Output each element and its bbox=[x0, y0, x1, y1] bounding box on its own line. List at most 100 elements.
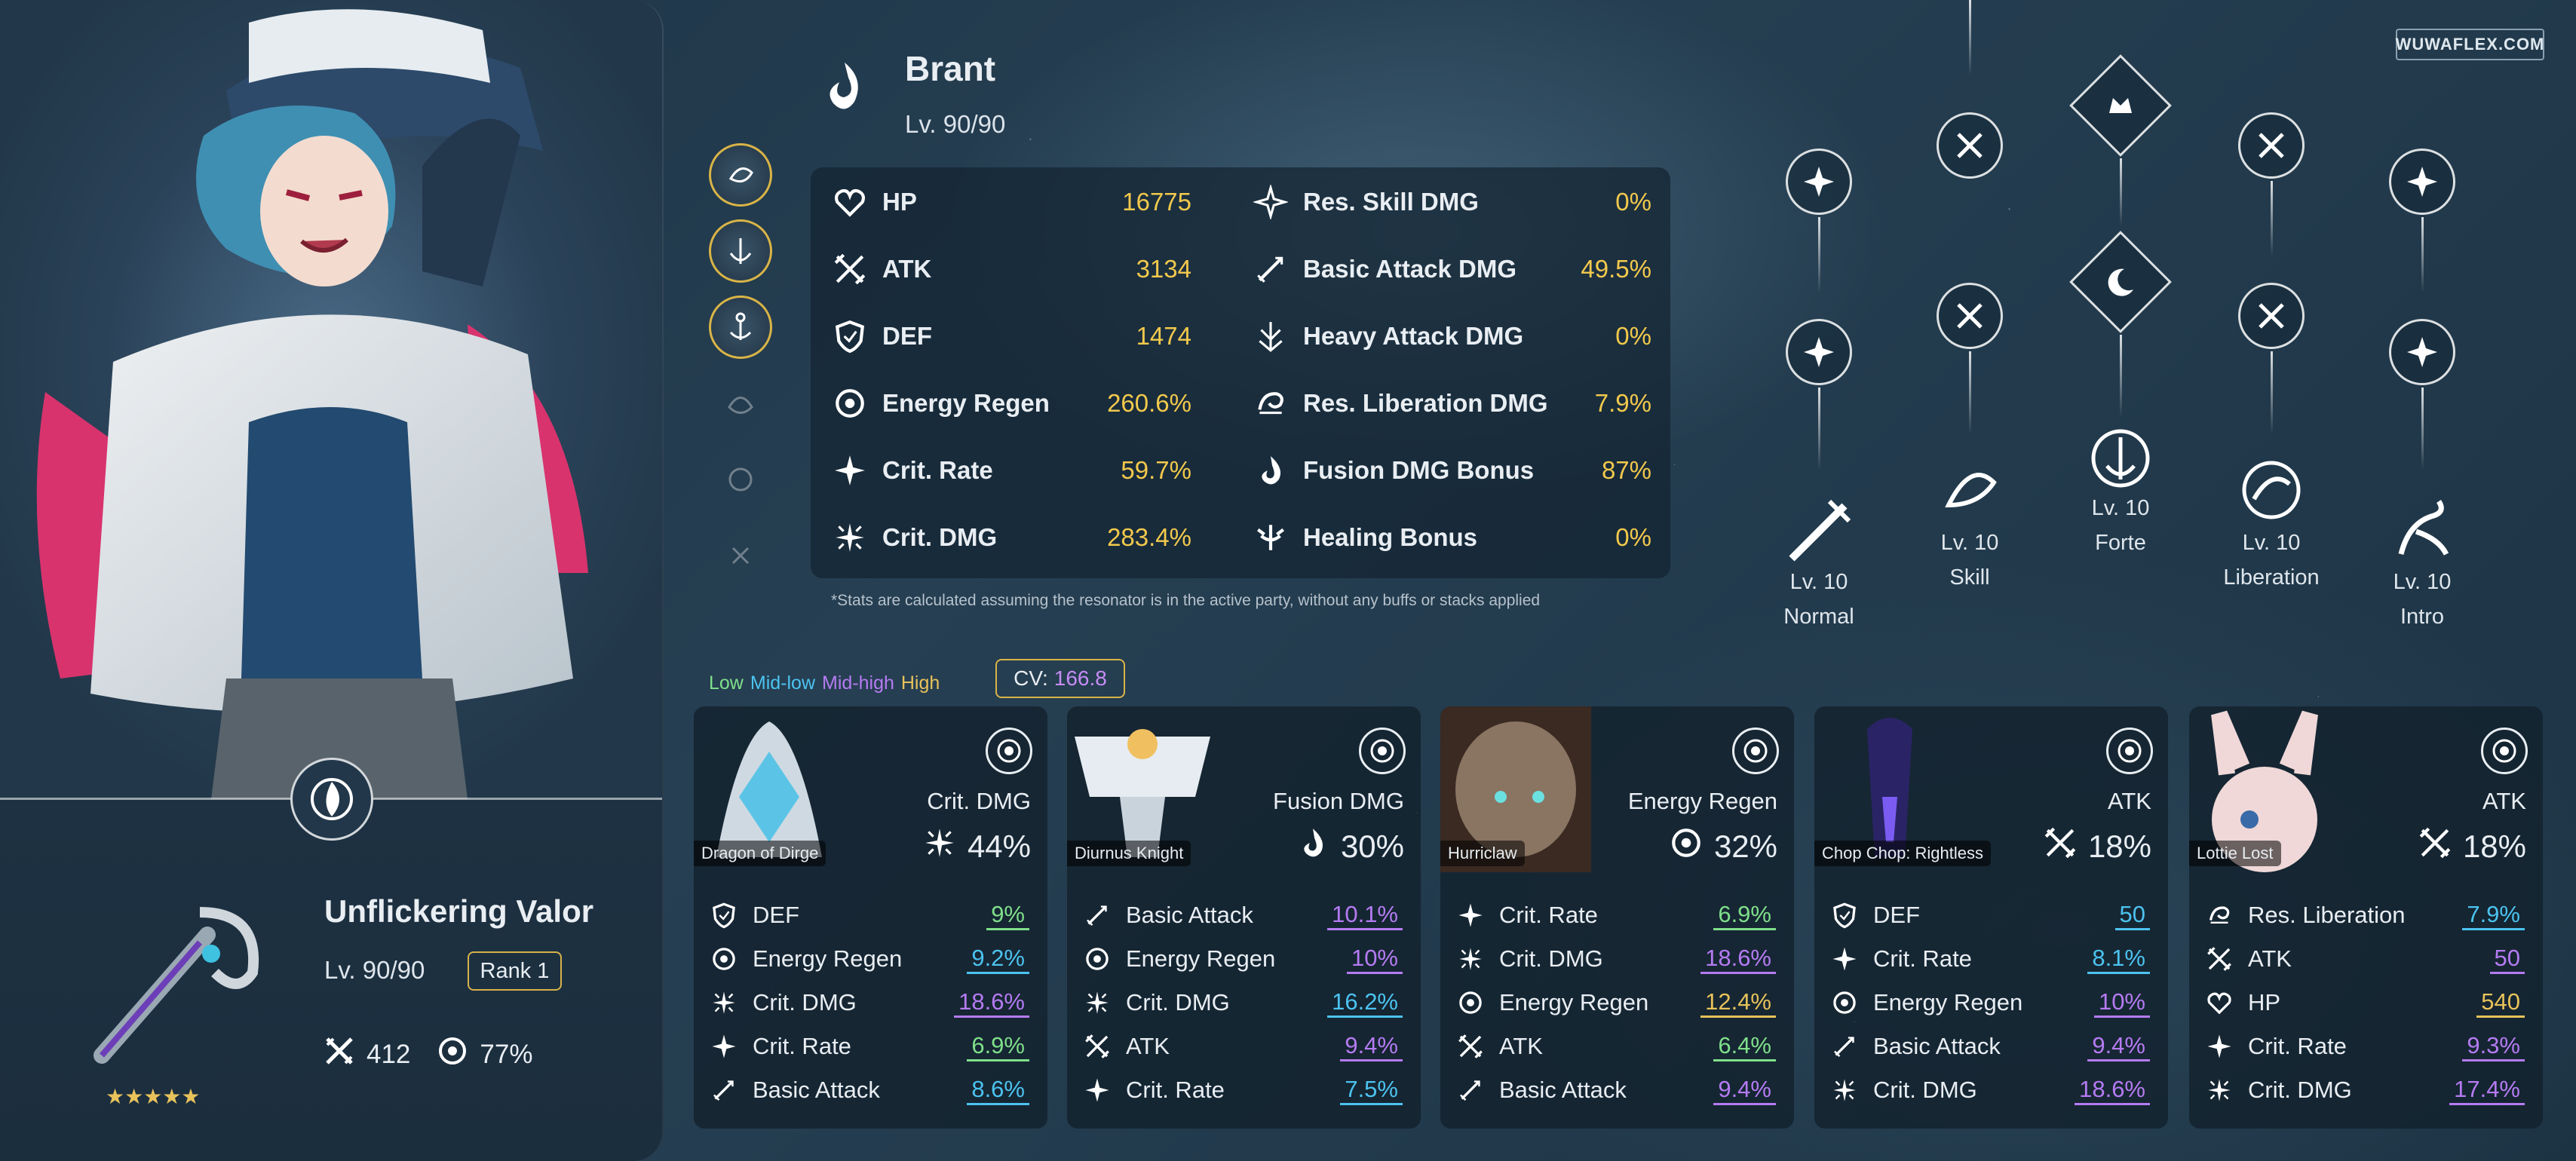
substat-label: HP bbox=[2248, 989, 2281, 1015]
echo-card[interactable]: Diurnus Knight Fusion DMG 30% Basic Attack 1… bbox=[1067, 706, 1421, 1129]
stat-label: Res. Skill DMG bbox=[1303, 188, 1479, 216]
intro-skill-icon[interactable] bbox=[2386, 494, 2458, 566]
echo-card[interactable]: Chop Chop: Rightless ATK 18% DEF 50 Crit. Rat… bbox=[1814, 706, 2168, 1129]
substat-label: Crit. Rate bbox=[1126, 1077, 1225, 1103]
substat-value: 540 bbox=[2476, 988, 2525, 1018]
echo-substat-row: Crit. Rate 6.9% bbox=[709, 1025, 1032, 1068]
echo-substats: DEF 50 Crit. Rate 8.1% Energy Regen 10% Basic … bbox=[1829, 893, 2153, 1112]
substat-label: Res. Liberation bbox=[2248, 902, 2406, 928]
resonator-emblem-icon bbox=[290, 758, 373, 841]
stat-value: 0% bbox=[1615, 188, 1651, 216]
substat-value: 9.2% bbox=[967, 945, 1029, 974]
substat-value: 6.9% bbox=[1713, 901, 1776, 930]
echo-main-value: 18% bbox=[2043, 826, 2151, 868]
normal-attack-icon[interactable] bbox=[1784, 494, 1857, 566]
skill-connector bbox=[2421, 388, 2424, 470]
stat-value: 59.7% bbox=[1121, 456, 1191, 484]
substat-label: ATK bbox=[1126, 1033, 1170, 1059]
character-name: Brant bbox=[905, 49, 996, 88]
stat-value: 7.9% bbox=[1594, 389, 1651, 417]
resonance-liberation-icon[interactable] bbox=[2235, 454, 2308, 526]
stat-row-res-skill-dmg: Res. Skill DMG bbox=[1252, 179, 1479, 225]
substat-label: Basic Attack bbox=[753, 1077, 880, 1103]
sequence-node-5[interactable] bbox=[709, 448, 772, 511]
skill-connector bbox=[1818, 388, 1820, 470]
substat-label: Crit. Rate bbox=[1499, 902, 1598, 928]
crit-rate-icon bbox=[1455, 900, 1486, 930]
substat-value: 50 bbox=[2489, 945, 2525, 974]
echo-main-stat: Fusion DMG bbox=[1273, 788, 1404, 814]
normal-passive-node-2[interactable] bbox=[1786, 319, 1852, 385]
stat-label: HP bbox=[882, 188, 917, 216]
stat-row-crit-dmg: Crit. DMG bbox=[831, 515, 997, 560]
substat-label: Energy Regen bbox=[1499, 989, 1649, 1015]
normal-passive-node-1[interactable] bbox=[1786, 149, 1852, 215]
weapon-image bbox=[72, 882, 275, 1071]
energy-regen-icon bbox=[436, 1034, 469, 1074]
energy-regen-icon bbox=[1669, 826, 1704, 868]
stat-label: Crit. Rate bbox=[882, 456, 993, 484]
forte-moon-icon bbox=[2108, 268, 2133, 296]
substat-value: 7.5% bbox=[1340, 1076, 1403, 1105]
crit-dmg-icon bbox=[2204, 1075, 2234, 1105]
sequence-node-4[interactable] bbox=[709, 372, 772, 435]
skill-stat-node-2[interactable] bbox=[1937, 283, 2003, 349]
echo-substat-row: HP 540 bbox=[2204, 981, 2528, 1025]
stat-label: Heavy Attack DMG bbox=[1303, 322, 1524, 350]
energy-regen-icon bbox=[1082, 944, 1112, 974]
crit-rate-icon bbox=[1829, 944, 1860, 974]
substat-label: Basic Attack bbox=[1499, 1077, 1627, 1103]
forte-circuit-icon[interactable] bbox=[2084, 422, 2157, 495]
substat-value: 12.4% bbox=[1700, 988, 1776, 1018]
echo-substat-row: Crit. Rate 7.5% bbox=[1082, 1068, 1406, 1112]
character-portrait bbox=[0, 0, 662, 799]
echo-substat-row: DEF 50 bbox=[1829, 893, 2153, 937]
atk-swords-icon bbox=[1455, 1031, 1486, 1061]
sequence-chain bbox=[709, 143, 772, 587]
echo-substat-row: Crit. DMG 18.6% bbox=[709, 981, 1032, 1025]
echo-card[interactable]: Lottie Lost ATK 18% Res. Liberation 7.9% ATK 5… bbox=[2189, 706, 2543, 1129]
skill-stat-node-1[interactable] bbox=[1937, 112, 2003, 179]
sequence-node-6[interactable] bbox=[709, 524, 772, 587]
sequence-node-2[interactable] bbox=[709, 219, 772, 283]
echo-main-value: 32% bbox=[1669, 826, 1777, 868]
shield-icon bbox=[709, 900, 739, 930]
liberation-stat-node-1[interactable] bbox=[2238, 112, 2305, 179]
target-icon bbox=[2106, 728, 2153, 774]
skill-connector bbox=[2271, 351, 2273, 434]
substat-label: ATK bbox=[2248, 945, 2292, 972]
substat-label: Basic Attack bbox=[1126, 902, 1253, 928]
substat-value: 10.1% bbox=[1327, 901, 1403, 930]
liberation-stat-node-2[interactable] bbox=[2238, 283, 2305, 349]
substat-label: Crit. DMG bbox=[753, 989, 857, 1015]
crit-rate-icon bbox=[831, 452, 869, 489]
echo-substat-row: Crit. Rate 9.3% bbox=[2204, 1025, 2528, 1068]
fusion-icon bbox=[1296, 826, 1330, 868]
stat-row-fusion-dmg-bonus: Fusion DMG Bonus bbox=[1252, 448, 1534, 493]
intro-passive-node-1[interactable] bbox=[2389, 149, 2455, 215]
fusion-icon bbox=[1252, 452, 1290, 489]
stat-row-energy-regen: Energy Regen bbox=[831, 381, 1050, 426]
atk-swords-icon bbox=[831, 250, 869, 288]
sequence-node-1[interactable] bbox=[709, 143, 772, 207]
intro-passive-node-2[interactable] bbox=[2389, 319, 2455, 385]
skill-level-skill: Lv. 10 bbox=[1940, 531, 1999, 555]
weapon-rarity-stars: ★★★★★ bbox=[106, 1085, 201, 1108]
stat-row-basic-attack-dmg: Basic Attack DMG bbox=[1252, 247, 1516, 292]
healing-icon bbox=[1252, 519, 1290, 556]
substat-value: 50 bbox=[2114, 901, 2150, 930]
stat-value: 49.5% bbox=[1581, 255, 1651, 283]
echo-card[interactable]: Hurriclaw Energy Regen 32% Crit. Rate 6.9% Cr… bbox=[1440, 706, 1794, 1129]
sequence-node-3[interactable] bbox=[709, 296, 772, 359]
stat-label: ATK bbox=[882, 255, 932, 283]
echo-substat-row: Crit. DMG 18.6% bbox=[1829, 1068, 2153, 1112]
stat-value: 283.4% bbox=[1107, 523, 1191, 551]
echo-substats: Basic Attack 10.1% Energy Regen 10% Crit. DM… bbox=[1082, 893, 1406, 1112]
substat-value: 10% bbox=[2093, 988, 2150, 1018]
echo-main-value: 18% bbox=[2418, 826, 2526, 868]
echo-main-stat: Crit. DMG bbox=[927, 788, 1031, 814]
resonance-skill-icon[interactable] bbox=[1934, 452, 2006, 525]
stat-value: 0% bbox=[1615, 523, 1651, 551]
target-icon bbox=[1359, 728, 1406, 774]
echo-card[interactable]: Dragon of Dirge Crit. DMG 44% DEF 9% Energy R… bbox=[694, 706, 1047, 1129]
